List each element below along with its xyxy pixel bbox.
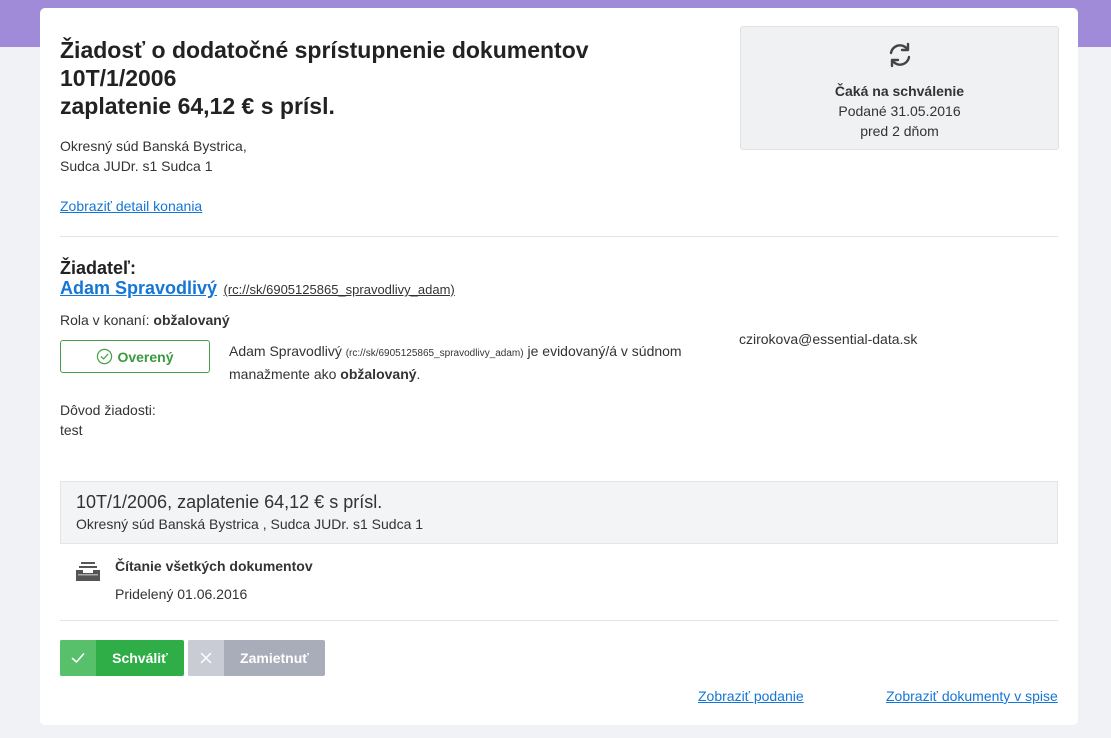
close-icon xyxy=(188,640,224,676)
verify-id: (rc://sk/6905125865_spravodlivy_adam) xyxy=(345,348,524,359)
applicant-name-link[interactable]: Adam Spravodlivý xyxy=(60,278,217,298)
proceeding-title: 10T/1/2006, zaplatenie 64,12 € s prísl. xyxy=(76,492,383,512)
status-title: Čaká na schválenie xyxy=(834,83,965,99)
verify-end: . xyxy=(416,366,421,382)
reason-value: test xyxy=(60,422,83,438)
title-line-3: zaplatenie 64,12 € s prísl. xyxy=(60,93,335,119)
divider xyxy=(60,236,1058,237)
refresh-icon xyxy=(889,42,911,68)
show-submission-link[interactable]: Zobraziť podanie xyxy=(698,688,804,704)
verification-text: Adam Spravodlivý (rc://sk/6905125865_spr… xyxy=(229,341,729,385)
verified-label: Overený xyxy=(117,348,174,365)
verify-role: obžalovaný xyxy=(340,366,417,382)
check-circle-icon xyxy=(97,348,113,365)
role-label: Rola v konaní: xyxy=(60,312,150,328)
applicant-email: czirokova@essential-data.sk xyxy=(739,331,918,347)
proceeding-box: 10T/1/2006, zaplatenie 64,12 € s prísl. … xyxy=(60,481,1058,544)
applicant-heading: Žiadateľ: xyxy=(60,258,136,278)
request-card: Žiadosť o dodatočné sprístupnenie dokume… xyxy=(40,8,1078,725)
divider xyxy=(60,620,1058,621)
title-line-1: Žiadosť o dodatočné sprístupnenie dokume… xyxy=(60,37,589,63)
role-line: Rola v konaní: obžalovaný xyxy=(60,312,230,328)
court-name: Okresný súd Banská Bystrica, xyxy=(60,138,247,154)
check-icon xyxy=(60,640,96,676)
approve-label: Schváliť xyxy=(112,650,168,666)
inbox-tray-icon xyxy=(76,562,100,581)
judge-name: Sudca JUDr. s1 Sudca 1 xyxy=(60,158,213,174)
document-access-title: Čítanie všetkých dokumentov xyxy=(115,558,313,574)
reason-label: Dôvod žiadosti: xyxy=(60,402,156,418)
document-assigned-date: Pridelený 01.06.2016 xyxy=(115,586,248,602)
show-documents-link[interactable]: Zobraziť dokumenty v spise xyxy=(886,688,1058,704)
applicant-row: Adam Spravodlivý (rc://sk/6905125865_spr… xyxy=(60,278,455,299)
status-panel: Čaká na schválenie Podané 31.05.2016 pre… xyxy=(740,26,1059,150)
verify-name: Adam Spravodlivý xyxy=(229,343,342,359)
title-line-2: 10T/1/2006 xyxy=(60,65,177,91)
proceeding-detail-link[interactable]: Zobraziť detail konania xyxy=(60,198,202,214)
court-info: Okresný súd Banská Bystrica, Sudca JUDr.… xyxy=(60,136,247,176)
proceeding-subtitle: Okresný súd Banská Bystrica , Sudca JUDr… xyxy=(76,516,424,532)
approve-button[interactable]: Schváliť xyxy=(60,640,184,676)
status-submitted-date: Podané 31.05.2016 xyxy=(838,103,961,119)
reject-button[interactable]: Zamietnuť xyxy=(188,640,325,676)
role-value: obžalovaný xyxy=(153,312,230,328)
applicant-id-link[interactable]: (rc://sk/6905125865_spravodlivy_adam) xyxy=(224,282,455,297)
page-title: Žiadosť o dodatočné sprístupnenie dokume… xyxy=(60,36,700,120)
status-relative-time: pred 2 dňom xyxy=(860,123,939,139)
reject-label: Zamietnuť xyxy=(240,650,309,666)
verified-badge: Overený xyxy=(60,340,210,373)
